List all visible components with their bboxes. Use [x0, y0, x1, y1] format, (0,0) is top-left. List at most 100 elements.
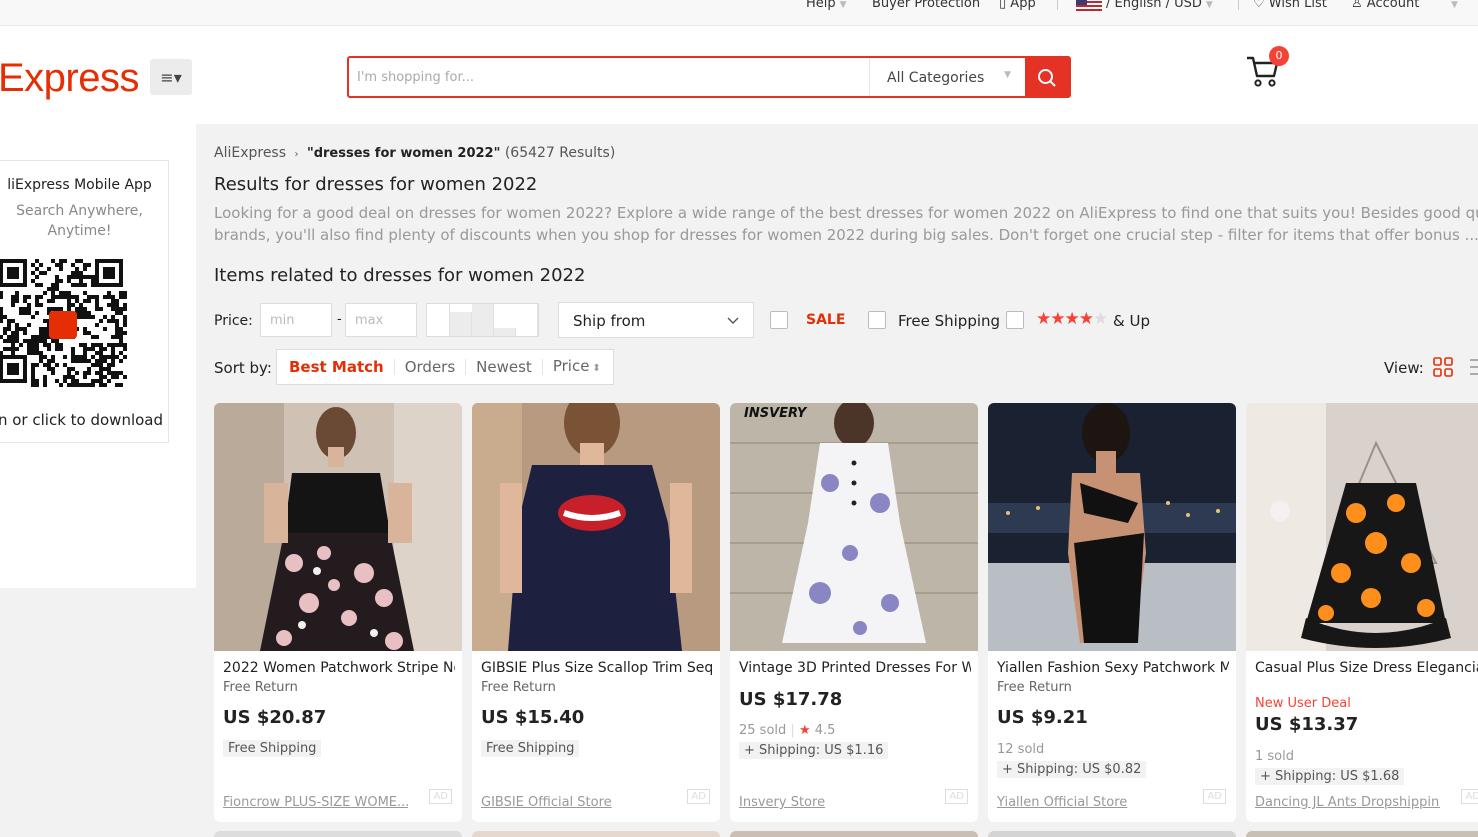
product-card[interactable]: Casual Plus Size Dress Elegancia M... Ne…	[1246, 403, 1478, 822]
sale-label[interactable]: SALE	[806, 312, 845, 328]
store-link[interactable]: Dancing JL Ants Dropshippin...	[1255, 795, 1440, 810]
ad-badge: AD	[687, 789, 710, 804]
qr-code-icon	[0, 259, 127, 387]
product-card-peek[interactable]	[472, 831, 720, 837]
shipping-tag: Free Shipping	[223, 740, 322, 757]
app-promo-subtitle: Search Anywhere, Anytime!	[16, 203, 143, 239]
app-link[interactable]: ▯ App	[999, 0, 1036, 11]
product-card-peek[interactable]	[1246, 831, 1478, 837]
store-link[interactable]: Fioncrow PLUS-SIZE WOME...	[223, 795, 408, 810]
rating-checkbox[interactable]	[1006, 311, 1024, 329]
star-rating-icon[interactable]: ★★★★★	[1036, 309, 1108, 329]
sale-checkbox[interactable]	[770, 311, 788, 329]
shipping-tag: + Shipping: US $1.68	[1255, 768, 1405, 785]
language-currency-selector[interactable]: / English / USD ▼	[1076, 0, 1213, 11]
price-histogram[interactable]	[426, 303, 539, 337]
view-label: View:	[1384, 359, 1424, 377]
product-grid: 2022 Women Patchwork Stripe Ne... Free R…	[214, 403, 1478, 837]
product-card-peek[interactable]	[214, 831, 462, 837]
product-image[interactable]	[988, 403, 1236, 651]
cart-count-badge: 0	[1269, 46, 1289, 66]
sort-orders[interactable]: Orders	[395, 359, 467, 375]
sold-count: 25 sold | ★ 4.5	[739, 723, 836, 738]
product-title[interactable]: Casual Plus Size Dress Elegancia M...	[1255, 660, 1478, 676]
price-min-input[interactable]	[260, 303, 332, 337]
rating-and-up-label[interactable]: & Up	[1113, 312, 1150, 330]
ad-badge: AD	[1461, 789, 1478, 804]
product-card[interactable]: 2022 Women Patchwork Stripe Ne... Free R…	[214, 403, 462, 822]
us-flag-icon	[1076, 0, 1102, 11]
free-return-label: Free Return	[481, 680, 556, 695]
ad-badge: AD	[945, 789, 968, 804]
product-card[interactable]: INSVERY Vintage 3D Printed Dresses For W…	[730, 403, 978, 822]
more-caret[interactable]: ▼	[1447, 0, 1458, 11]
product-image[interactable]	[214, 403, 462, 651]
free-return-label: Free Return	[223, 680, 298, 695]
store-link[interactable]: Insvery Store	[739, 795, 924, 810]
new-user-deal-label: New User Deal	[1255, 696, 1351, 711]
categories-menu-button[interactable]: ≡▾	[150, 59, 192, 95]
account-menu[interactable]: ♙ Account	[1351, 0, 1419, 11]
header: Express ≡▾ All Categories▼ 0	[0, 26, 1478, 124]
sort-best-match[interactable]: Best Match	[279, 359, 395, 375]
free-shipping-checkbox[interactable]	[868, 311, 886, 329]
product-image[interactable]	[1246, 403, 1478, 651]
cart-button[interactable]: 0	[1244, 46, 1289, 94]
user-icon: ♙	[1351, 0, 1363, 11]
app-download-text: n or click to download	[0, 411, 164, 429]
ad-badge: AD	[429, 789, 452, 804]
product-card-peek[interactable]	[988, 831, 1236, 837]
ad-badge: AD	[1203, 789, 1226, 804]
sort-label: Sort by:	[214, 359, 272, 377]
results-count: (65427 Results)	[504, 145, 616, 161]
search-bar: All Categories▼	[347, 56, 1071, 98]
sort-options: Best Match Orders Newest Price ⬍	[276, 349, 614, 385]
grid-view-icon[interactable]	[1433, 357, 1453, 377]
product-card[interactable]: Yiallen Fashion Sexy Patchwork Mi... Fre…	[988, 403, 1236, 822]
sold-count: 1 sold	[1255, 749, 1294, 764]
store-link[interactable]: Yiallen Official Store	[997, 795, 1182, 810]
list-view-icon[interactable]	[1470, 357, 1478, 377]
chevron-down-icon: ▼	[1004, 70, 1011, 80]
related-items-title: Items related to dresses for women 2022	[214, 265, 586, 286]
chevron-down-icon	[727, 317, 739, 324]
mobile-app-promo[interactable]: liExpress Mobile App Search Anywhere, An…	[0, 160, 169, 443]
filter-bar: Price: - Ship from SALE Free Shipping ★★…	[214, 302, 1476, 338]
breadcrumb-query: "dresses for women 2022"	[306, 146, 501, 161]
aliexpress-logo[interactable]: Express	[0, 56, 140, 101]
shipping-tag: + Shipping: US $0.82	[997, 761, 1147, 778]
category-select[interactable]: All Categories ▼	[869, 58, 1027, 96]
buyer-protection-link[interactable]: Buyer Protection	[872, 0, 980, 11]
product-price: US $20.87	[223, 707, 327, 728]
search-input[interactable]	[357, 65, 857, 89]
search-icon	[1038, 69, 1056, 87]
hamburger-icon: ≡▾	[160, 67, 182, 87]
ship-from-select[interactable]: Ship from	[558, 302, 754, 338]
breadcrumb-home-link[interactable]: AliExpress	[214, 145, 286, 161]
left-panel: liExpress Mobile App Search Anywhere, An…	[0, 124, 196, 588]
store-link[interactable]: GIBSIE Official Store	[481, 795, 666, 810]
wish-list-link[interactable]: ♡ Wish List	[1253, 0, 1327, 11]
product-title[interactable]: Vintage 3D Printed Dresses For W...	[739, 660, 971, 676]
product-image[interactable]	[730, 403, 978, 651]
price-dash: -	[337, 312, 342, 327]
top-bar: Help ▼ Buyer Protection ▯ App / English /…	[0, 0, 1478, 26]
free-return-label: Free Return	[997, 680, 1072, 695]
free-shipping-label[interactable]: Free Shipping	[898, 312, 1000, 330]
product-title[interactable]: Yiallen Fashion Sexy Patchwork Mi...	[997, 660, 1229, 676]
sort-newest[interactable]: Newest	[466, 359, 543, 375]
price-max-input[interactable]	[345, 303, 417, 337]
app-promo-title: liExpress Mobile App	[7, 177, 152, 193]
divider	[1057, 0, 1058, 10]
search-button[interactable]	[1025, 58, 1069, 96]
product-price: US $9.21	[997, 707, 1088, 728]
sold-count: 12 sold	[997, 742, 1045, 757]
product-image[interactable]	[472, 403, 720, 651]
product-card[interactable]: GIBSIE Plus Size Scallop Trim Sequi... F…	[472, 403, 720, 822]
product-card-peek[interactable]	[730, 831, 978, 837]
product-title[interactable]: 2022 Women Patchwork Stripe Ne...	[223, 660, 455, 676]
sort-price[interactable]: Price ⬍	[543, 358, 611, 377]
help-menu[interactable]: Help ▼	[806, 0, 847, 11]
breadcrumb: AliExpress › "dresses for women 2022" (6…	[214, 145, 615, 161]
product-title[interactable]: GIBSIE Plus Size Scallop Trim Sequi...	[481, 660, 713, 676]
